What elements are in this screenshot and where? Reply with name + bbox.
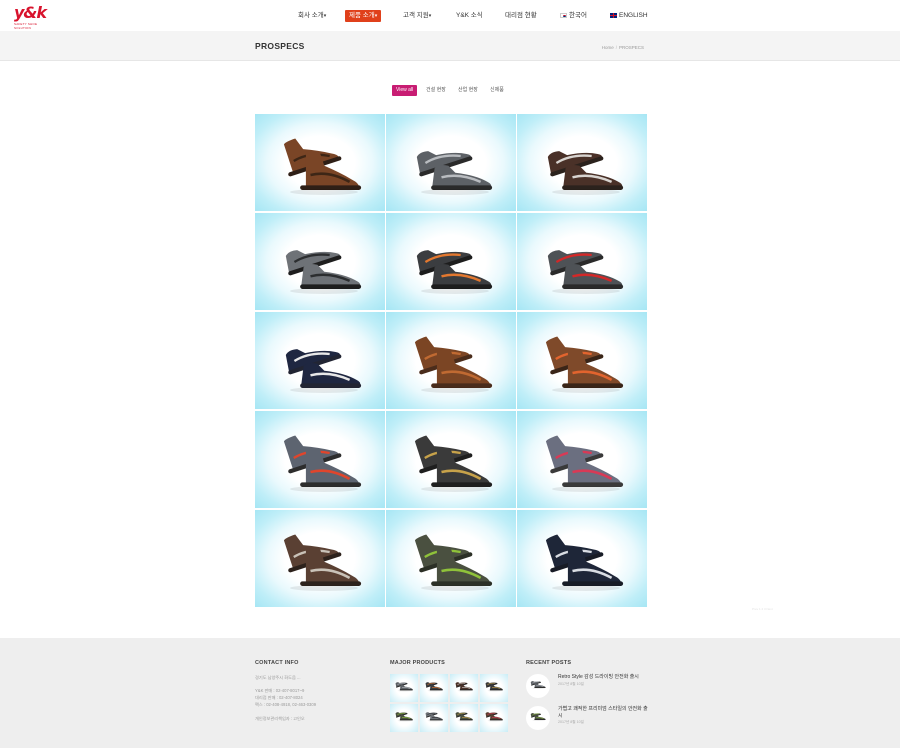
recent-post[interactable]: 가볍고 쾌적한 프리미엄 스타일의 안전화 출시 2017년 8월 10일: [526, 706, 726, 732]
contact-label: Y&K 판매 :: [255, 688, 275, 693]
product-thumbnail[interactable]: [420, 704, 448, 732]
product-thumbnail[interactable]: [450, 704, 478, 732]
major-products-grid: [390, 674, 508, 732]
contact-value: 02-407-8024: [278, 695, 303, 700]
recent-post[interactable]: Retro Style 감성 드라이빙 안전화 출시 2017년 8월 10일: [526, 674, 726, 700]
chevron-down-icon: ▾: [374, 13, 378, 19]
korea-flag-icon: [560, 12, 567, 18]
breadcrumb: Home / PROSPECS: [602, 45, 644, 50]
post-thumbnail[interactable]: [526, 674, 550, 698]
breadcrumb-separator: /: [615, 45, 617, 50]
nav-products[interactable]: 제품 소개▾: [345, 10, 382, 22]
contact-label: 팩스 :: [255, 702, 266, 707]
contact-label: 대리점 판매 :: [255, 695, 278, 700]
product-card[interactable]: [255, 312, 385, 409]
page-title: PROSPECS: [255, 41, 305, 51]
privacy-manager: 개인정보관리책임자 : 고인오: [255, 716, 305, 721]
filter-construction[interactable]: 건설 현장: [426, 85, 446, 96]
product-card[interactable]: [517, 411, 647, 508]
product-thumbnail[interactable]: [420, 674, 448, 702]
site-header: y&k SAFETY SHOE SOLUTION 회사 소개▾ 제품 소개▾ 고…: [0, 0, 900, 31]
nav-support[interactable]: 고객 지원▾: [403, 10, 431, 22]
product-thumbnail[interactable]: [390, 674, 418, 702]
category-filters: View all 건설 현장 산업 현장 신제품: [0, 85, 900, 97]
filter-view-all[interactable]: View all: [392, 85, 418, 96]
main-nav: 회사 소개▾ 제품 소개▾ 고객 지원▾ Y&K 소식 대리점 현황 한국어 E…: [0, 10, 900, 24]
product-thumbnail[interactable]: [480, 674, 508, 702]
filter-new[interactable]: 신제품: [490, 85, 504, 96]
nav-dealers[interactable]: 대리점 현황: [505, 10, 537, 22]
nav-news[interactable]: Y&K 소식: [456, 10, 483, 22]
post-thumbnail[interactable]: [526, 706, 550, 730]
nav-dealers-label: 대리점 현황: [505, 12, 537, 19]
product-card[interactable]: [517, 312, 647, 409]
contact-info-title: CONTACT INFO: [255, 660, 299, 666]
product-card[interactable]: [517, 213, 647, 310]
contact-line: Y&K 판매 : 02-407-8017~9: [255, 688, 304, 694]
product-thumbnail[interactable]: [480, 704, 508, 732]
product-gallery: [255, 114, 647, 607]
nav-products-label: 제품 소개: [349, 12, 375, 19]
uk-flag-icon: [610, 12, 617, 18]
product-card[interactable]: [386, 114, 516, 211]
pagination-text: Prev 1 2 3 Next: [752, 607, 773, 611]
contact-line: 팩스 : 02-408-4918, 02-463-0309: [255, 702, 316, 708]
product-card[interactable]: [255, 213, 385, 310]
product-card[interactable]: [517, 510, 647, 607]
post-title[interactable]: 가볍고 쾌적한 프리미엄 스타일의 안전화 출시: [558, 706, 650, 720]
post-title[interactable]: Retro Style 감성 드라이빙 안전화 출시: [558, 674, 650, 681]
chevron-down-icon: ▾: [323, 13, 327, 19]
filter-industrial[interactable]: 산업 현장: [458, 85, 478, 96]
post-date: 2017년 8월 10일: [558, 720, 584, 724]
chevron-down-icon: ▾: [428, 13, 432, 19]
breadcrumb-current: PROSPECS: [618, 45, 644, 50]
product-card[interactable]: [255, 411, 385, 508]
product-thumbnail[interactable]: [390, 704, 418, 732]
product-card[interactable]: [255, 114, 385, 211]
contact-address: 경기도 남양주시 화도읍 ...: [255, 675, 301, 680]
product-card[interactable]: [386, 213, 516, 310]
lang-korean-label: 한국어: [569, 12, 587, 19]
post-date: 2017년 8월 10일: [558, 682, 584, 686]
product-card[interactable]: [386, 411, 516, 508]
site-footer: CONTACT INFO 경기도 남양주시 화도읍 ... Y&K 판매 : 0…: [0, 638, 900, 748]
nav-news-label: Y&K 소식: [456, 12, 483, 19]
product-card[interactable]: [517, 114, 647, 211]
recent-posts-title: RECENT POSTS: [526, 660, 572, 666]
nav-support-label: 고객 지원: [403, 12, 429, 19]
product-card[interactable]: [255, 510, 385, 607]
product-card[interactable]: [386, 312, 516, 409]
product-card[interactable]: [386, 510, 516, 607]
lang-english-label: ENGLISH: [619, 12, 648, 19]
page-title-bar: PROSPECS Home / PROSPECS: [0, 31, 900, 61]
breadcrumb-home[interactable]: Home: [602, 45, 614, 50]
nav-company[interactable]: 회사 소개▾: [298, 10, 326, 22]
lang-korean[interactable]: 한국어: [560, 10, 587, 22]
nav-company-label: 회사 소개: [298, 12, 324, 19]
contact-value: 02-407-8017~9: [275, 688, 305, 693]
major-products-title: MAJOR PRODUCTS: [390, 660, 446, 666]
contact-value: 02-408-4918, 02-463-0309: [266, 702, 317, 707]
product-thumbnail[interactable]: [450, 674, 478, 702]
contact-line: 대리점 판매 : 02-407-8024: [255, 695, 303, 701]
lang-english[interactable]: ENGLISH: [610, 10, 648, 22]
